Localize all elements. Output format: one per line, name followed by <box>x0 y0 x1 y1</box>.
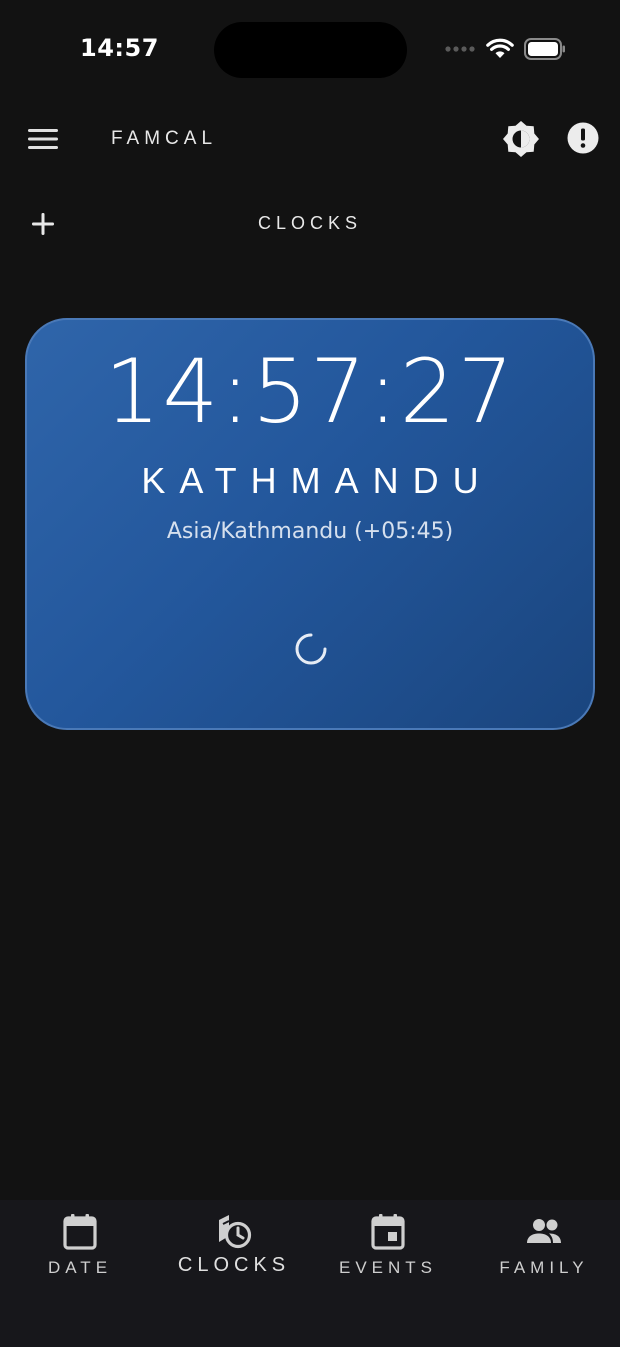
clock-city: KATHMANDU <box>141 460 493 501</box>
loading-spinner-icon <box>295 633 327 665</box>
clock-time: 14:57:27 <box>104 340 516 443</box>
theme-toggle-icon <box>503 121 539 157</box>
clock-timezone: Asia/Kathmandu (+05:45) <box>166 519 454 544</box>
nav-item-family[interactable]: FAMILY <box>488 1212 600 1278</box>
nav-label-date: DATE <box>47 1258 113 1277</box>
nav-item-date[interactable]: DATE <box>40 1212 120 1278</box>
nav-item-clocks[interactable]: CLOCKS <box>168 1212 300 1277</box>
theme-toggle-button[interactable] <box>502 120 540 158</box>
nav-label-family: FAMILY <box>499 1258 589 1277</box>
status-time: 14:57 <box>80 34 159 62</box>
event-icon <box>371 1214 405 1250</box>
info-button[interactable] <box>566 121 600 155</box>
clock-card[interactable]: 14:57:27 KATHMANDU Asia/Kathmandu (+05:4… <box>25 318 595 730</box>
menu-icon <box>28 129 58 149</box>
nav-item-events[interactable]: EVENTS <box>330 1212 446 1278</box>
wifi-icon <box>486 38 514 58</box>
battery-icon <box>524 38 565 60</box>
menu-button[interactable] <box>26 124 60 154</box>
cellular-signal-icon <box>445 46 475 52</box>
page-title: CLOCKS <box>257 213 363 233</box>
calendar-icon <box>63 1214 97 1250</box>
info-icon <box>567 122 599 154</box>
status-icons <box>444 38 566 60</box>
dynamic-island <box>214 22 407 78</box>
clock-icon <box>219 1215 252 1249</box>
app-title: FAMCAL <box>111 128 218 149</box>
nav-label-clocks: CLOCKS <box>177 1254 291 1276</box>
nav-label-events: EVENTS <box>338 1258 438 1277</box>
people-icon <box>527 1219 561 1243</box>
app-screen: 14:57 FAMCAL CLOCKS 14:57:27 KATHMANDU A… <box>0 0 620 1347</box>
